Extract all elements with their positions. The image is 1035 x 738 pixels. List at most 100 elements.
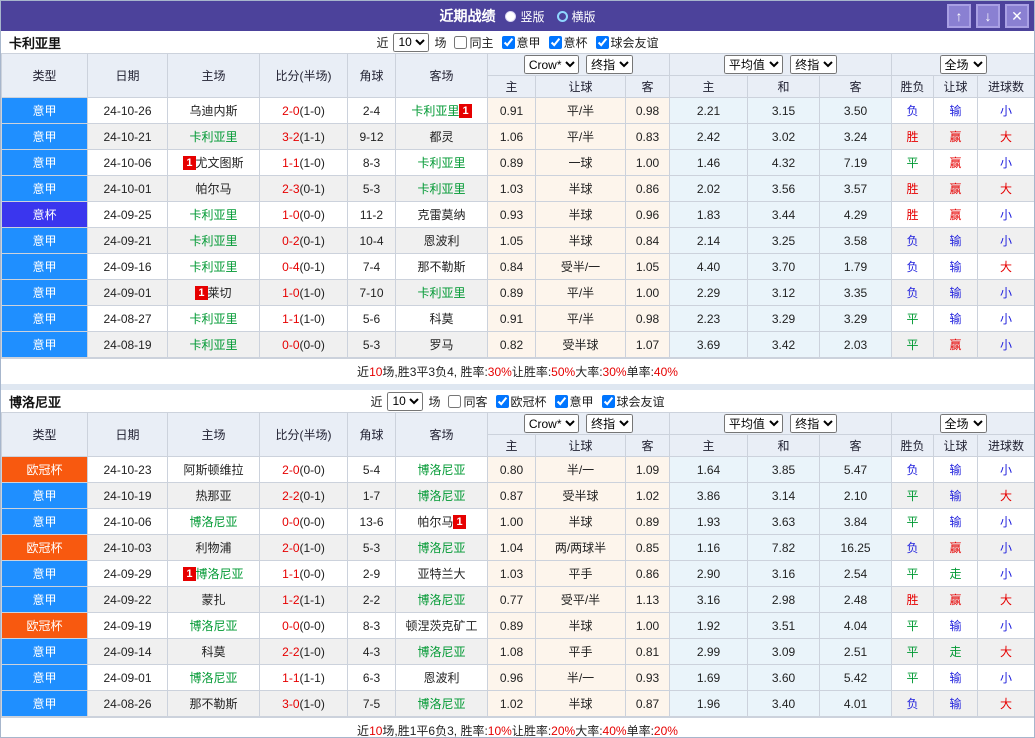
summary-text: 让胜率: [511, 365, 552, 379]
match-date: 24-10-23 [87, 456, 168, 483]
radio-vertical-layout[interactable]: 竖版 [505, 8, 545, 25]
result-goals: 小 [977, 456, 1034, 483]
league-checkbox-2[interactable] [595, 35, 609, 49]
league-checkbox-0[interactable] [495, 394, 509, 408]
result-goals: 小 [977, 149, 1034, 176]
halftime-score: (0-0) [299, 514, 325, 529]
average-time-select[interactable]: 终指 [790, 55, 838, 74]
halftime-score: (1-0) [299, 644, 325, 659]
avg-away: 3.50 [819, 97, 893, 124]
corner-count: 10-4 [347, 227, 396, 254]
odds-home: 0.89 [487, 149, 536, 176]
summary-value: 50% [551, 364, 576, 379]
red-card-badge: 1 [183, 156, 196, 170]
avg-draw: 4.32 [747, 149, 821, 176]
match-date: 24-10-21 [87, 123, 168, 150]
radio-horizontal-layout[interactable]: 横版 [556, 8, 596, 25]
match-score: 2-0(1-0) [259, 534, 348, 561]
match-row: 意甲 24-10-19 热那亚 2-2(0-1) 1-7 博洛尼亚 0.87 受半球 1.02 3… [1, 482, 1034, 509]
summary-value: 10% [487, 723, 512, 738]
average-group-header: 平均值 终指 [669, 412, 893, 435]
odds-time-select[interactable]: 终指 [586, 55, 634, 74]
league-checkbox-1[interactable] [548, 35, 562, 49]
odds-source-select[interactable]: Crow* [523, 55, 579, 74]
avg-draw: 3.85 [747, 456, 821, 483]
away-team-name: 罗马 [429, 338, 454, 352]
match-row: 欧冠杯 24-10-03 利物浦 2-0(1-0) 5-3 博洛尼亚 1.04 两/两球半 0.… [1, 534, 1034, 561]
odds-home: 0.87 [487, 482, 536, 509]
home-team: 卡利亚里 [167, 123, 260, 150]
match-score: 1-1(1-1) [259, 664, 348, 691]
result-wdl: 负 [891, 97, 935, 124]
move-down-button[interactable]: ↓ [976, 4, 1000, 28]
close-icon: ✕ [1011, 8, 1023, 24]
team-section: 卡利亚里 近 10 场 同主 意甲 意杯 球会友谊 类型 日期 主场 比分(半场… [1, 31, 1034, 384]
away-team: 卡利亚里 [395, 175, 488, 202]
home-team: 卡利亚里 [167, 227, 260, 254]
avg-away: 3.58 [819, 227, 893, 254]
team-name: 博洛尼亚 [9, 394, 62, 410]
results-body: 意甲 24-10-26 乌迪内斯 2-0(1-0) 2-4 卡利亚里 1 0.91 平/半 0.9… [1, 97, 1034, 358]
scope-select[interactable]: 全场 [939, 55, 987, 74]
league-checkbox-1[interactable] [554, 394, 568, 408]
odds-handicap: 半/一 [535, 456, 626, 483]
odds-handicap: 受半球 [535, 482, 626, 509]
avg-draw: 3.02 [747, 123, 821, 150]
title-bar: 近期战绩 竖版 横版 ↑ ↓ ✕ [1, 1, 1034, 31]
summary-text: 大率: [575, 724, 603, 738]
col-type: 类型 [1, 53, 88, 98]
match-count-select[interactable]: 10 [387, 391, 424, 411]
fulltime-score: 2-3 [282, 181, 300, 196]
window-buttons: ↑ ↓ ✕ [947, 4, 1029, 28]
match-score: 2-2(1-0) [259, 638, 348, 665]
odds-handicap: 半球 [535, 508, 626, 535]
move-up-button[interactable]: ↑ [947, 4, 971, 28]
avg-home: 2.90 [669, 560, 749, 587]
away-team: 博洛尼亚 [395, 482, 488, 509]
avg-draw: 3.15 [747, 97, 821, 124]
odds-time-select[interactable]: 终指 [586, 414, 634, 433]
corner-count: 11-2 [347, 201, 396, 228]
summary-text: 大率: [575, 365, 603, 379]
average-source-select[interactable]: 平均值 [723, 414, 783, 433]
match-date: 24-09-01 [87, 664, 168, 691]
match-score: 0-0(0-0) [259, 612, 348, 639]
close-button[interactable]: ✕ [1005, 4, 1029, 28]
average-time-select[interactable]: 终指 [790, 414, 838, 433]
league-checkbox-0[interactable] [501, 35, 515, 49]
odds-home: 0.80 [487, 456, 536, 483]
odds-away: 1.00 [624, 612, 671, 639]
league-checkbox-2[interactable] [601, 394, 615, 408]
halftime-score: (1-1) [299, 129, 325, 144]
scope-select[interactable]: 全场 [939, 414, 987, 433]
avg-draw: 3.63 [747, 508, 821, 535]
odds-away: 0.85 [624, 534, 671, 561]
odds-home: 0.91 [487, 97, 536, 124]
same-venue-checkbox[interactable] [448, 394, 462, 408]
same-venue-checkbox[interactable] [454, 35, 468, 49]
result-goals: 大 [977, 253, 1034, 280]
result-wdl: 平 [891, 664, 935, 691]
away-team: 博洛尼亚 [395, 456, 488, 483]
match-score: 1-0(1-0) [259, 279, 348, 306]
avg-home: 1.64 [669, 456, 749, 483]
col-corner: 角球 [347, 53, 396, 98]
col-avg-draw: 和 [747, 434, 821, 457]
halftime-score: (1-1) [299, 670, 325, 685]
halftime-score: (0-0) [299, 566, 325, 581]
league-badge: 意甲 [1, 331, 88, 358]
home-team-name: 卡利亚里 [189, 208, 238, 222]
avg-draw: 3.12 [747, 279, 821, 306]
team-name: 卡利亚里 [9, 35, 62, 51]
match-count-select[interactable]: 10 [393, 32, 430, 52]
result-handicap: 输 [933, 690, 979, 717]
odds-source-select[interactable]: Crow* [523, 414, 579, 433]
home-team: 帕尔马 [167, 175, 260, 202]
average-source-select[interactable]: 平均值 [723, 55, 783, 74]
league-badge: 意甲 [1, 175, 88, 202]
scope-group-header: 全场 [891, 412, 1034, 435]
away-team-name: 科莫 [429, 312, 454, 326]
match-score: 1-1(0-0) [259, 560, 348, 587]
away-team: 恩波利 [395, 227, 488, 254]
home-team: 热那亚 [167, 482, 260, 509]
